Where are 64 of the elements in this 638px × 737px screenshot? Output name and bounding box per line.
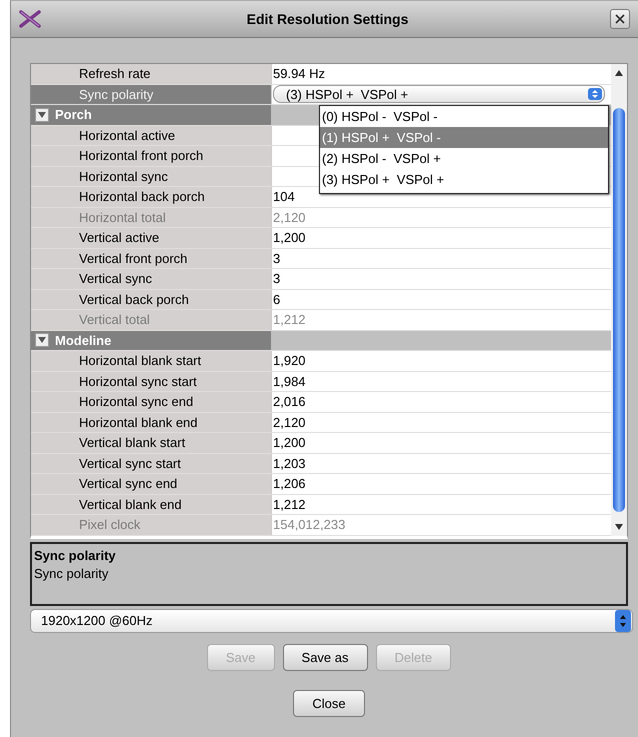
description-title: Sync polarity: [34, 548, 117, 562]
property-label[interactable]: Refresh rate: [31, 64, 271, 84]
property-value: 1,212: [273, 312, 306, 328]
description-text: Sync polarity: [34, 566, 110, 580]
scroll-up-icon: [614, 68, 624, 78]
property-label[interactable]: Vertical front porch: [31, 248, 271, 269]
property-label[interactable]: Horizontal blank start: [31, 351, 271, 372]
scrollbar[interactable]: [611, 64, 627, 536]
close-button[interactable]: Close: [293, 690, 365, 716]
property-label[interactable]: Vertical sync: [31, 269, 271, 290]
property-value: 154,012,233: [273, 517, 346, 532]
expand-icon[interactable]: [35, 333, 49, 348]
triangle-icon: [38, 337, 46, 344]
property-value[interactable]: 1,203: [273, 456, 306, 471]
property-label[interactable]: Horizontal active: [31, 126, 271, 146]
preset-dropdown[interactable]: 1920x1200 @60Hz: [30, 608, 633, 632]
x-logo-icon: [19, 10, 41, 28]
property-value[interactable]: 2,016: [273, 394, 306, 410]
property-label[interactable]: Vertical sync end: [31, 474, 271, 494]
category-header[interactable]: Porch: [31, 105, 271, 126]
property-value[interactable]: 59.94 Hz: [273, 66, 326, 82]
property-label[interactable]: Horizontal back porch: [31, 187, 271, 208]
property-label[interactable]: Vertical blank start: [31, 433, 271, 454]
scroll-thumb[interactable]: [613, 108, 626, 512]
dropdown-value: (3) HSPol + VSPol +: [286, 86, 408, 102]
category-label: Porch: [55, 107, 92, 122]
property-value[interactable]: 1,200: [273, 230, 306, 246]
property-label[interactable]: Horizontal front porch: [31, 146, 271, 166]
window-title: Edit Resolution Settings: [246, 11, 408, 27]
property-label[interactable]: Horizontal sync: [31, 166, 271, 187]
dropdown-option[interactable]: (2) HSPol - VSPol +: [320, 148, 608, 168]
property-label[interactable]: Vertical back porch: [31, 290, 271, 310]
triangle-icon: [38, 112, 46, 118]
stepper-icon: [588, 88, 602, 100]
property-label[interactable]: Vertical sync start: [31, 454, 271, 474]
property-label[interactable]: Horizontal sync end: [31, 392, 271, 412]
stepper-icon: [615, 610, 631, 632]
property-label[interactable]: Vertical blank end: [31, 494, 271, 515]
property-value[interactable]: 2,120: [273, 414, 306, 430]
property-value[interactable]: 1,920: [273, 353, 306, 368]
property-label[interactable]: Horizontal blank end: [31, 412, 271, 433]
preset-value: 1920x1200 @60Hz: [41, 613, 152, 628]
dropdown-option[interactable]: (1) HSPol + VSPol -: [320, 126, 608, 148]
property-value[interactable]: 104: [273, 189, 295, 204]
property-value[interactable]: 3: [273, 271, 280, 286]
property-value[interactable]: 1,212: [273, 496, 306, 512]
property-label[interactable]: Horizontal sync start: [31, 372, 271, 392]
close-icon: [615, 14, 625, 24]
expand-icon[interactable]: [35, 108, 49, 122]
property-value: 2,120: [273, 210, 306, 225]
scroll-down-icon: [614, 522, 624, 532]
property-value[interactable]: 6: [273, 292, 280, 307]
property-value[interactable]: 1,984: [273, 374, 306, 389]
close-button[interactable]: [610, 9, 630, 29]
property-value[interactable]: 3: [273, 250, 280, 266]
button[interactable]: Save as: [282, 644, 368, 670]
property-label[interactable]: Vertical active: [31, 228, 271, 248]
dropdown-option[interactable]: (3) HSPol + VSPol +: [320, 168, 608, 190]
dropdown-field[interactable]: (3) HSPol + VSPol +: [273, 85, 606, 104]
property-value[interactable]: 1,206: [273, 476, 306, 492]
property-value[interactable]: 1,200: [273, 435, 306, 450]
category-header[interactable]: Modeline: [31, 330, 271, 351]
dropdown-option[interactable]: (0) HSPol - VSPol -: [320, 106, 608, 126]
category-label: Modeline: [55, 332, 112, 348]
